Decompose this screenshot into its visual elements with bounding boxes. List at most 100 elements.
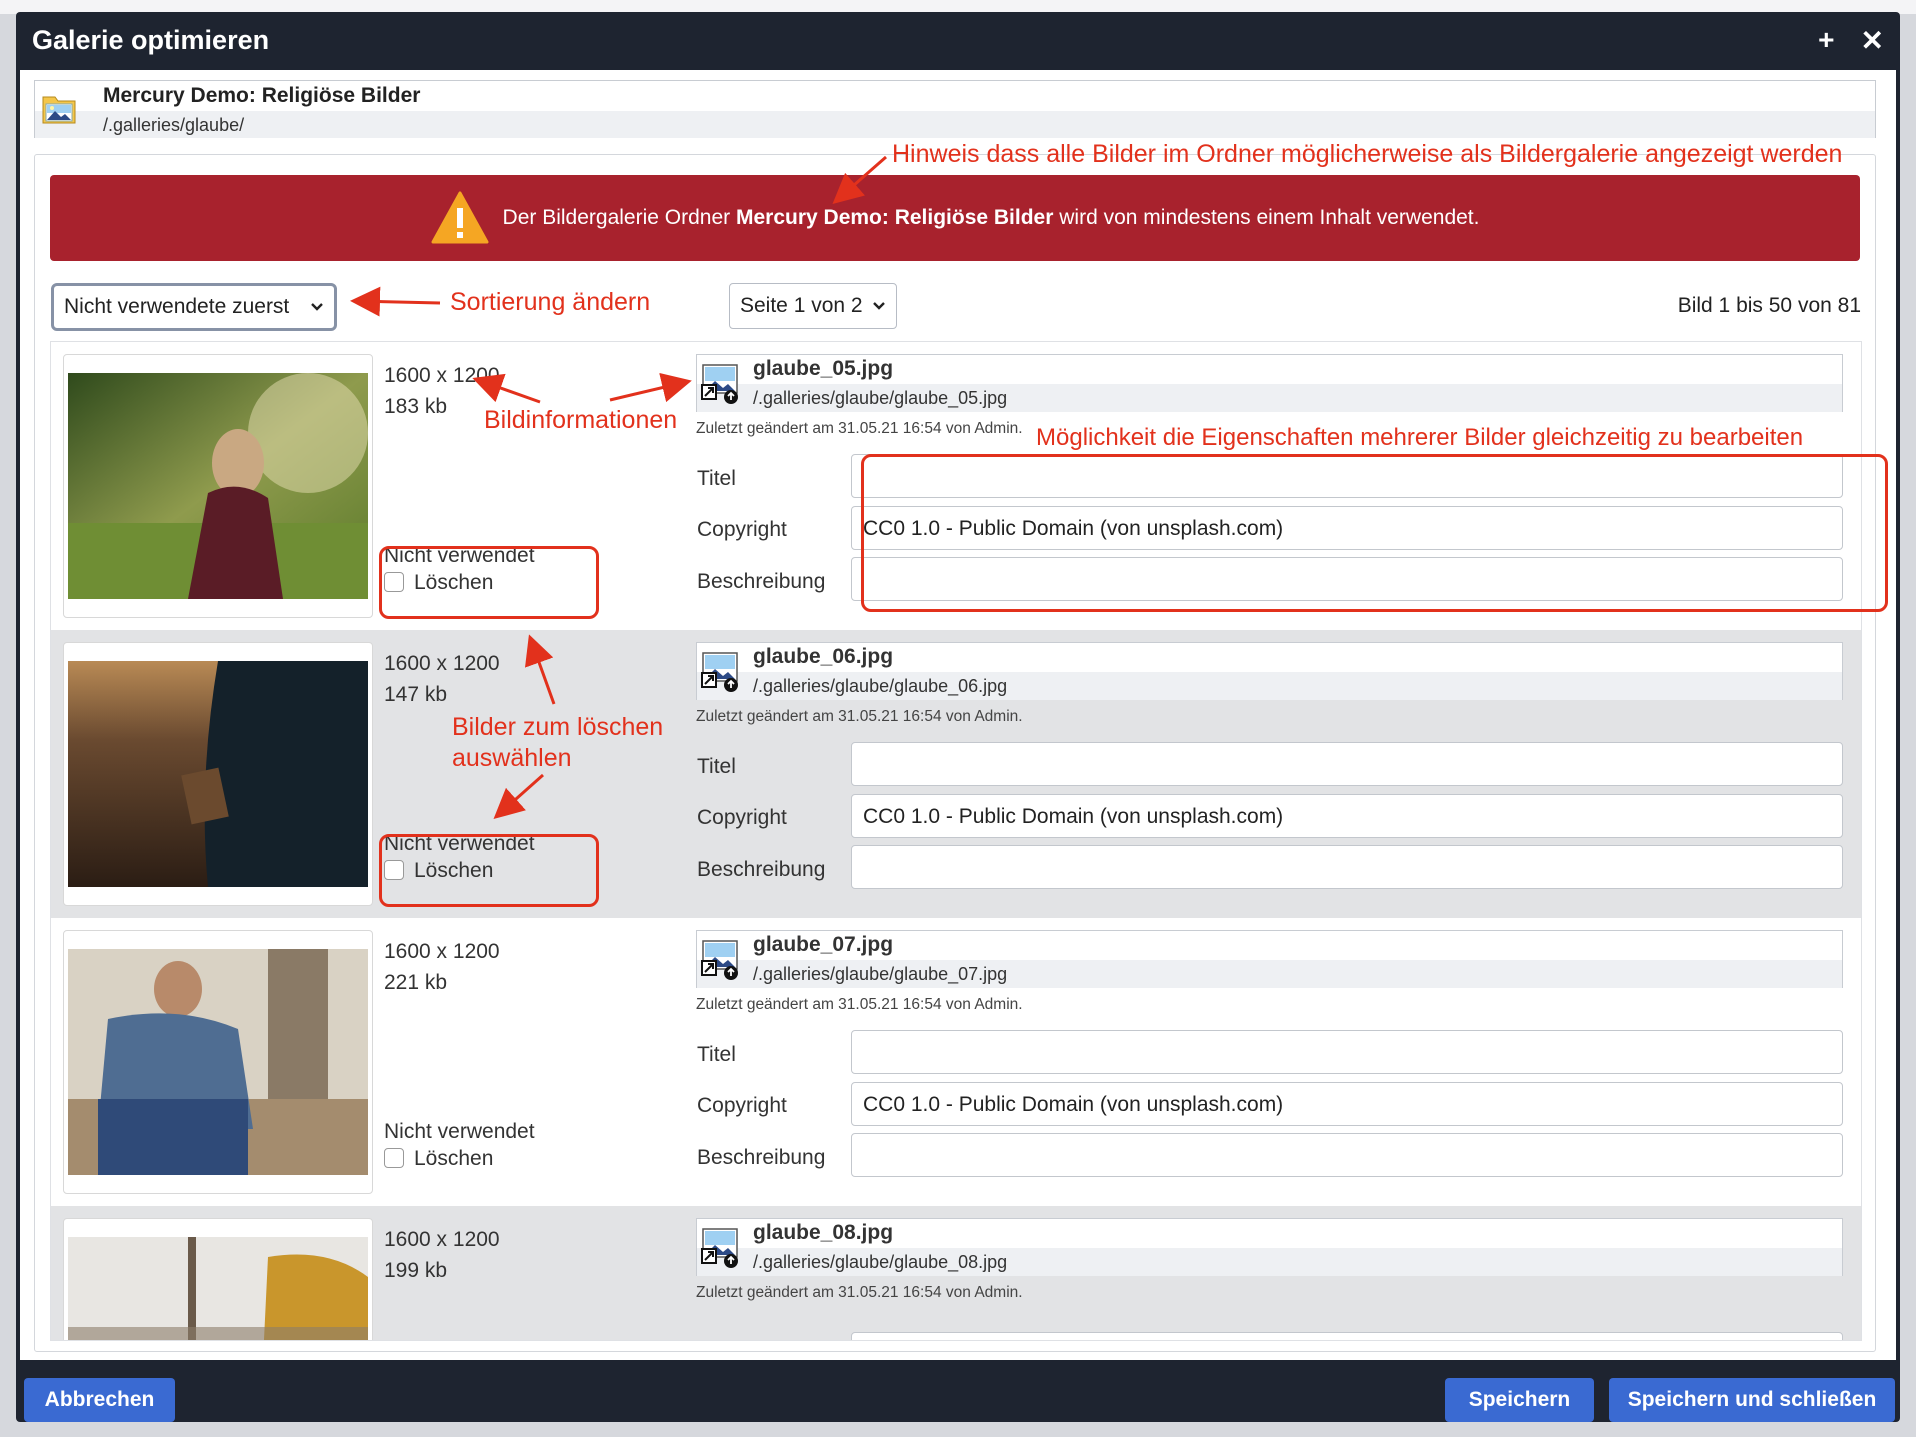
page-select-value: Seite 1 von 2 (740, 294, 863, 317)
image-info: 1600 x 1200 221 kb (384, 936, 500, 998)
title-label: Titel (697, 1043, 736, 1066)
file-path: /.galleries/glaube/glaube_06.jpg (753, 676, 1008, 696)
image-row: 1600 x 1200 221 kb Nicht verwendet Lösch… (51, 918, 1861, 1206)
save-button[interactable]: Speichern (1445, 1378, 1594, 1422)
thumbnail-image[interactable] (68, 949, 368, 1175)
description-label: Beschreibung (697, 858, 826, 881)
thumbnail-image[interactable] (68, 373, 368, 599)
description-label: Beschreibung (697, 570, 826, 593)
title-label: Titel (697, 755, 736, 778)
range-info: Bild 1 bis 50 von 81 (1677, 294, 1861, 317)
usage-alert: Der Bildergalerie Ordner Mercury Demo: R… (50, 175, 1860, 261)
image-info: 1600 x 1200 183 kb (384, 360, 500, 422)
annotation-delete-line2: auswählen (452, 744, 572, 772)
folder-header: Mercury Demo: Religiöse Bilder /.galleri… (34, 80, 1876, 138)
annotation-hint: Hinweis dass alle Bilder im Ordner mögli… (892, 140, 1843, 168)
sort-select-value: Nicht verwendete zuerst (64, 295, 290, 318)
thumbnail-frame (63, 354, 373, 618)
title-input[interactable] (851, 742, 1843, 786)
dialog-footer: Abbrechen Speichern Speichern und schlie… (16, 1364, 1900, 1422)
image-dimensions: 1600 x 1200 (384, 940, 500, 963)
alert-text-before: Der Bildergalerie Ordner (502, 206, 731, 229)
copyright-input[interactable]: CC0 1.0 - Public Domain (von unsplash.co… (851, 794, 1843, 838)
file-name: glaube_05.jpg (753, 357, 894, 380)
image-size: 199 kb (384, 1259, 448, 1282)
thumbnail-image[interactable] (68, 661, 368, 887)
page-select[interactable]: Seite 1 von 2 (729, 283, 897, 329)
image-file-icon (701, 364, 738, 404)
image-dimensions: 1600 x 1200 (384, 364, 500, 387)
file-header: glaube_07.jpg /.galleries/glaube/glaube_… (696, 930, 1843, 988)
image-folder-icon (42, 96, 76, 124)
alert-text-after: wird von mindestens einem Inhalt verwend… (1059, 206, 1480, 229)
alert-folder-name: Mercury Demo: Religiöse Bilder (735, 206, 1054, 229)
save-and-close-button[interactable]: Speichern und schließen (1609, 1378, 1895, 1422)
modified-info: Zuletzt geändert am 31.05.21 16:54 von A… (696, 996, 1023, 1013)
thumbnail-frame (63, 930, 373, 1194)
delete-highlight-box (379, 546, 599, 619)
thumbnail-image[interactable] (68, 1237, 368, 1341)
file-header: glaube_06.jpg /.galleries/glaube/glaube_… (696, 642, 1843, 700)
image-file-icon (701, 652, 738, 692)
cancel-button[interactable]: Abbrechen (24, 1378, 175, 1422)
description-input[interactable] (851, 845, 1843, 889)
chevron-down-icon (873, 302, 885, 310)
image-file-icon (701, 940, 738, 980)
dialog-title: Galerie optimieren (32, 24, 270, 55)
folder-name: Mercury Demo: Religiöse Bilder (103, 84, 421, 107)
file-header: glaube_08.jpg /.galleries/glaube/glaube_… (696, 1218, 1843, 1276)
annotation-info: Bildinformationen (484, 406, 678, 434)
modified-info: Zuletzt geändert am 31.05.21 16:54 von A… (696, 420, 1023, 437)
chevron-down-icon (311, 303, 323, 311)
description-label: Beschreibung (697, 1146, 826, 1169)
image-size: 147 kb (384, 683, 448, 706)
delete-highlight-box (379, 834, 599, 907)
annotation-multi-edit: Möglichkeit die Eigenschaften mehrerer B… (1036, 424, 1804, 451)
warning-icon (431, 191, 489, 244)
copyright-input[interactable]: CC0 1.0 - Public Domain (von unsplash.co… (851, 1082, 1843, 1126)
copyright-label: Copyright (697, 1094, 787, 1117)
image-size: 183 kb (384, 395, 448, 418)
image-row: 1600 x 1200 199 kb glaube_08.jpg /.galle… (51, 1206, 1861, 1341)
copyright-label: Copyright (697, 806, 787, 829)
unused-label: Nicht verwendet (384, 1120, 535, 1143)
image-row: 1600 x 1200 147 kb Nicht verwendet Lösch… (51, 630, 1861, 918)
delete-checkbox[interactable] (384, 1148, 404, 1168)
annotation-delete-line1: Bilder zum löschen (452, 713, 664, 741)
file-name: glaube_07.jpg (753, 933, 894, 956)
copyright-label: Copyright (697, 518, 787, 541)
gallery-panel: Der Bildergalerie Ordner Mercury Demo: R… (34, 154, 1876, 1352)
file-path: /.galleries/glaube/glaube_08.jpg (753, 1252, 1008, 1272)
image-size: 221 kb (384, 971, 448, 994)
dialog-titlebar: Galerie optimieren + ✕ (16, 12, 1900, 68)
title-label: Titel (697, 467, 736, 490)
delete-option[interactable]: Löschen (384, 1145, 535, 1172)
modified-info: Zuletzt geändert am 31.05.21 16:54 von A… (696, 708, 1023, 725)
description-input[interactable] (851, 1133, 1843, 1177)
thumbnail-frame (63, 1218, 373, 1341)
maximize-icon[interactable]: + (1818, 24, 1834, 56)
sort-select[interactable]: Nicht verwendete zuerst (51, 283, 337, 331)
image-info: 1600 x 1200 199 kb (384, 1224, 500, 1286)
delete-label: Löschen (414, 1147, 494, 1170)
file-path: /.galleries/glaube/glaube_07.jpg (753, 964, 1008, 984)
usage-status: Nicht verwendet Löschen (384, 1118, 535, 1172)
gallery-optimize-dialog: Galerie optimieren + ✕ Mercury Demo: Rel… (16, 12, 1900, 1422)
file-name: glaube_06.jpg (753, 645, 894, 668)
annotation-sort: Sortierung ändern (450, 288, 651, 316)
properties-highlight-box (861, 454, 1888, 612)
file-name: glaube_08.jpg (753, 1221, 894, 1244)
image-file-icon (701, 1228, 738, 1268)
image-dimensions: 1600 x 1200 (384, 1228, 500, 1251)
thumbnail-frame (63, 642, 373, 906)
file-header: glaube_05.jpg /.galleries/glaube/glaube_… (696, 354, 1843, 412)
modified-info: Zuletzt geändert am 31.05.21 16:54 von A… (696, 1284, 1023, 1301)
dialog-content: Mercury Demo: Religiöse Bilder /.galleri… (20, 70, 1896, 1360)
close-icon[interactable]: ✕ (1861, 24, 1884, 57)
file-path: /.galleries/glaube/glaube_05.jpg (753, 388, 1008, 408)
title-input[interactable] (851, 1030, 1843, 1074)
title-input[interactable] (851, 1332, 1843, 1340)
image-dimensions: 1600 x 1200 (384, 652, 500, 675)
image-info: 1600 x 1200 147 kb (384, 648, 500, 710)
folder-path: /.galleries/glaube/ (103, 115, 245, 135)
